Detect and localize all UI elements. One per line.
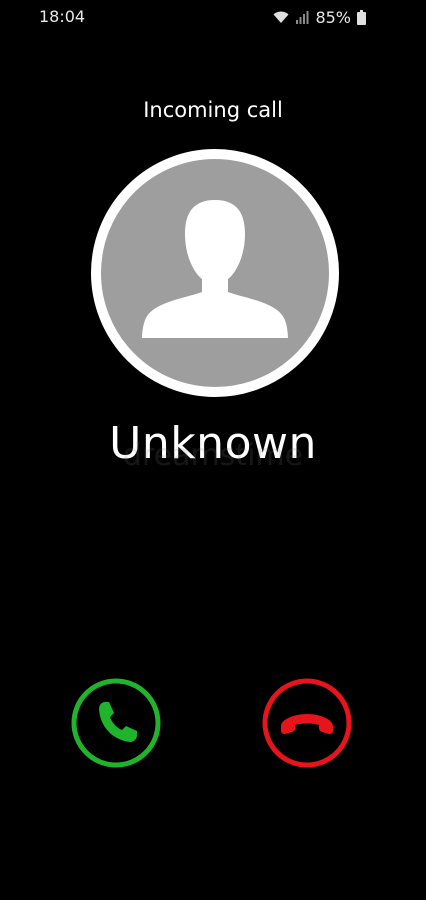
incoming-call-label: Incoming call — [143, 98, 283, 122]
accept-call-button[interactable] — [71, 678, 161, 768]
status-time: 18:04 — [39, 7, 86, 26]
phone-decline-icon — [281, 714, 333, 734]
status-bar: 18:04 85% — [0, 0, 426, 34]
caller-name: Unknown — [109, 418, 317, 469]
wifi-icon — [273, 11, 289, 23]
battery-icon — [357, 9, 366, 25]
battery-percent: 85% — [315, 7, 351, 27]
caller-avatar — [91, 149, 339, 397]
decline-call-button[interactable] — [262, 678, 352, 768]
phone-accept-icon — [99, 702, 137, 742]
signal-icon — [296, 11, 309, 24]
status-icons: 85% — [273, 7, 366, 27]
